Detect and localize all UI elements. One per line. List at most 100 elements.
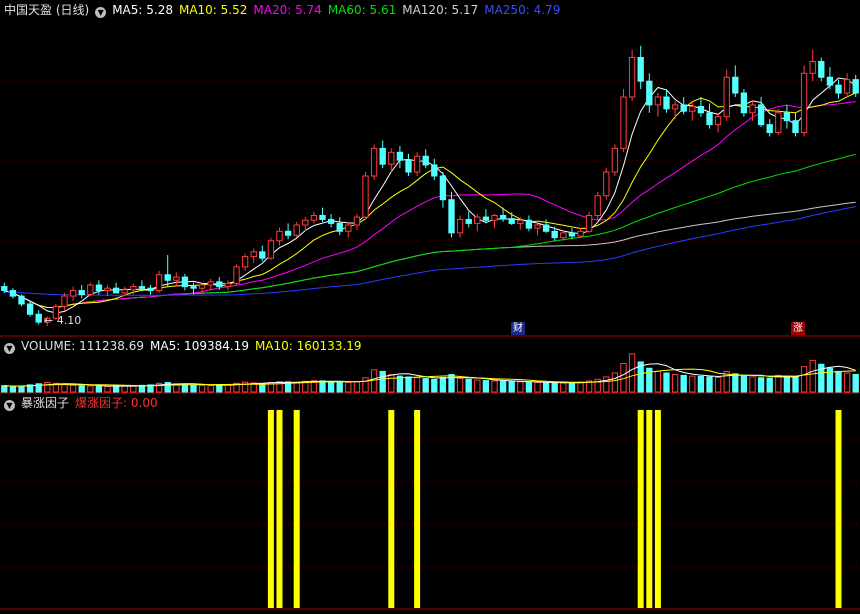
candle-body	[18, 295, 25, 305]
candle-body	[431, 164, 438, 177]
volume-bar	[112, 385, 120, 393]
volume-bar	[697, 375, 705, 393]
candle-body	[216, 281, 223, 288]
candle-body	[800, 72, 808, 134]
candle-body	[628, 57, 636, 98]
volume-bar	[740, 375, 748, 393]
volume-bar	[517, 381, 524, 393]
candle-body	[439, 175, 447, 201]
volume-bar	[44, 382, 51, 393]
candle-body	[689, 105, 696, 112]
candle-body	[284, 230, 292, 236]
factor-signal-bar	[637, 410, 644, 608]
candle-body	[577, 230, 584, 237]
factor-signal-bar	[835, 410, 842, 608]
candle-body	[233, 266, 240, 284]
candle-body	[1, 286, 8, 292]
candle-body	[95, 284, 103, 292]
chevron-down-icon[interactable]: ▼	[4, 343, 15, 354]
factor-signal-bar	[646, 410, 653, 608]
volume-bar	[835, 370, 842, 393]
volume-bar	[61, 383, 68, 393]
candle-body	[147, 287, 154, 292]
candle-body	[456, 218, 464, 234]
candle-body	[26, 303, 34, 315]
candle-body	[87, 284, 94, 295]
candle-body	[61, 295, 68, 307]
volume-bar	[456, 377, 464, 393]
volume-bar	[800, 366, 808, 393]
candle-body	[276, 230, 283, 242]
volume-bar	[680, 374, 687, 393]
factor-signal-bar	[654, 410, 661, 608]
ma120-line	[4, 201, 856, 309]
volume-bar	[714, 376, 722, 393]
ma20-readout: MA20: 5.74	[253, 3, 322, 17]
candle-body	[130, 286, 137, 291]
low-price-label: 4.10	[56, 314, 82, 327]
candle-body	[749, 104, 756, 114]
candle-body	[585, 215, 593, 232]
volume-bar	[18, 385, 25, 393]
ma10-readout: MA10: 5.52	[178, 3, 248, 17]
candle-body	[783, 112, 791, 122]
factor-readout: 爆涨因子: 0.00	[75, 396, 158, 410]
candle-body	[809, 60, 816, 74]
candle-body	[319, 215, 326, 220]
volume-bar	[775, 374, 782, 393]
volume-bar	[293, 381, 300, 393]
chevron-down-icon[interactable]: ▼	[4, 400, 15, 411]
volume-bar	[216, 384, 223, 393]
candle-body	[104, 287, 111, 292]
volume-bar	[9, 385, 17, 393]
volume-bar	[603, 376, 610, 393]
candle-body	[362, 175, 369, 218]
factor-panel-header: ▼ 暴涨因子 爆涨因子: 0.00	[4, 395, 164, 411]
candle-body	[155, 274, 163, 292]
volume-bar	[207, 385, 214, 393]
candle-body	[112, 287, 120, 294]
volume-bar	[499, 380, 507, 393]
volume-readout: VOLUME: 111238.69	[21, 339, 144, 353]
volume-bar	[671, 374, 679, 393]
ma20-line	[4, 101, 856, 309]
volume-bar	[439, 376, 447, 393]
event-marker-limit-up[interactable]: 涨	[791, 322, 805, 335]
volume-bar	[474, 379, 481, 393]
candle-body	[818, 60, 825, 78]
price-panel-header: 中国天盈 (日线) ▼ MA5: 5.28 MA10: 5.52 MA20: 5.74 M…	[4, 2, 566, 18]
candle-body	[740, 92, 748, 114]
volume-bar	[783, 375, 791, 393]
factor-signal-bar	[414, 410, 421, 608]
candle-body	[757, 104, 765, 126]
candle-body	[482, 216, 490, 221]
volume-bar	[732, 373, 739, 393]
volume-bar	[327, 381, 335, 393]
volume-bar	[336, 381, 343, 393]
candle-body	[396, 151, 404, 161]
candle-body	[680, 104, 687, 112]
candle-body	[78, 290, 85, 295]
candle-body	[491, 215, 498, 221]
volume-bar	[345, 382, 352, 393]
chevron-down-icon[interactable]: ▼	[95, 7, 107, 18]
volume-bar	[370, 369, 378, 393]
candle-body	[568, 232, 576, 237]
candle-body	[336, 222, 343, 232]
candle-body	[121, 289, 128, 294]
volume-bar	[749, 376, 756, 393]
candle-body	[293, 224, 300, 236]
factor-signal-bar	[293, 410, 300, 608]
candle-body	[181, 276, 189, 288]
candle-body	[706, 112, 713, 126]
volume-bar	[104, 385, 111, 393]
volume-bar	[431, 378, 438, 393]
event-marker-finance[interactable]: 财	[511, 322, 525, 335]
candle-body	[198, 284, 206, 289]
volume-bar	[706, 376, 713, 393]
candle-body	[388, 151, 395, 165]
volume-bar	[551, 382, 558, 393]
candle-body	[465, 218, 472, 224]
candle-body	[671, 104, 679, 110]
candle-body	[370, 147, 378, 177]
